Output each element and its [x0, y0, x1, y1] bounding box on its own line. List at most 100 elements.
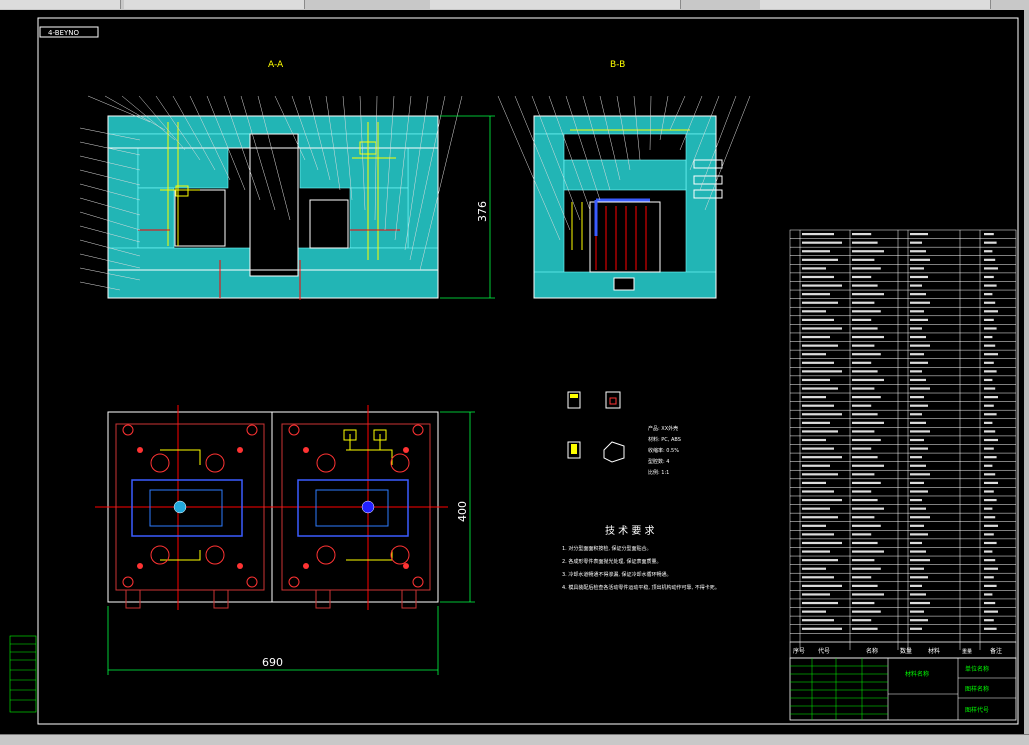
bom-cell-glyphs	[984, 250, 993, 253]
bom-cell-glyphs	[852, 241, 878, 244]
bom-cell-glyphs	[852, 267, 881, 270]
bom-cell-glyphs	[910, 413, 922, 416]
bom-cell-glyphs	[910, 593, 926, 596]
bom-cell-glyphs	[802, 258, 838, 261]
bom-header-seq: 序号	[793, 647, 805, 655]
product-info-line: 收缩率: 0.5%	[648, 447, 679, 454]
bom-cell-glyphs	[984, 293, 993, 296]
bom-cell-glyphs	[852, 584, 878, 587]
bom-cell-glyphs	[802, 318, 834, 321]
bom-table-entries	[802, 233, 998, 630]
product-info: 产品: XX外壳 材料: PC, ABS 收缩率: 0.5% 型腔数: 4 比例…	[648, 425, 681, 476]
bom-cell-glyphs	[852, 481, 881, 485]
bom-cell-glyphs	[910, 438, 924, 442]
bom-cell-glyphs	[802, 473, 838, 476]
bom-cell-glyphs	[910, 318, 928, 321]
bom-cell-glyphs	[802, 559, 838, 562]
bom-cell-glyphs	[910, 567, 924, 570]
bom-cell-glyphs	[852, 524, 881, 527]
bom-cell-glyphs	[984, 241, 997, 244]
bom-cell-glyphs	[802, 610, 826, 613]
bom-cell-glyphs	[802, 601, 838, 605]
bom-cell-glyphs	[984, 387, 996, 390]
bom-cell-glyphs	[852, 318, 872, 321]
bom-cell-glyphs	[984, 233, 994, 236]
title-block: 材料名称 单位名称 图样名称 图样代号	[789, 657, 1017, 721]
drawing-tab[interactable]	[760, 0, 991, 9]
bom-cell-glyphs	[852, 619, 872, 622]
bom-cell-glyphs	[802, 567, 826, 570]
bom-cell-glyphs	[984, 456, 997, 459]
bom-cell-glyphs	[984, 396, 998, 399]
bom-header-note: 备注	[990, 647, 1002, 655]
bom-cell-glyphs	[852, 516, 875, 519]
bom-cell-glyphs	[984, 567, 998, 570]
bom-cell-glyphs	[852, 550, 884, 553]
bom-cell-glyphs	[910, 533, 928, 536]
bom-cell-glyphs	[852, 335, 884, 339]
bom-cell-glyphs	[852, 610, 881, 613]
bom-cell-glyphs	[802, 456, 842, 459]
bom-cell-glyphs	[984, 490, 994, 493]
bom-cell-glyphs	[984, 601, 996, 605]
drawing-tab[interactable]	[0, 0, 121, 9]
bom-cell-glyphs	[852, 473, 875, 476]
revision-block	[9, 635, 37, 713]
dim-plan-height-label: 400	[456, 501, 469, 522]
bom-cell-glyphs	[852, 490, 872, 493]
bom-cell-glyphs	[802, 327, 842, 330]
bom-cell-glyphs	[802, 353, 826, 356]
dim-plan-width-label: 690	[262, 656, 283, 669]
bom-cell-glyphs	[802, 335, 830, 339]
bom-cell-glyphs	[910, 284, 922, 287]
bom-cell-glyphs	[984, 524, 998, 527]
field-material-name: 材料名称	[905, 670, 929, 678]
bom-cell-glyphs	[910, 524, 924, 527]
cad-drawing-canvas[interactable]: 4-BEYNO A-A 376 B-B 400 690 产品: XX外壳 材料:…	[0, 10, 1024, 734]
drawing-tab[interactable]	[124, 0, 305, 9]
bom-cell-glyphs	[910, 258, 930, 261]
tech-req-item: 4. 模具装配后检查各活动零件运动平稳, 顶出机构动作可靠, 不得卡死。	[562, 584, 720, 591]
bom-cell-glyphs	[852, 396, 881, 399]
bom-cell-glyphs	[984, 584, 997, 587]
drawing-tab[interactable]	[430, 0, 681, 9]
corner-label: 4-BEYNO	[48, 29, 79, 37]
bom-cell-glyphs	[910, 576, 928, 579]
bom-cell-glyphs	[852, 250, 884, 253]
bom-cell-glyphs	[802, 293, 830, 296]
bom-header-material: 材料	[928, 647, 940, 655]
status-bar	[0, 734, 1029, 745]
vertical-scrollbar[interactable]	[1024, 10, 1029, 734]
bom-cell-glyphs	[802, 541, 842, 545]
bom-cell-glyphs	[852, 507, 884, 510]
bom-cell-glyphs	[910, 267, 924, 270]
bom-cell-glyphs	[984, 344, 996, 347]
bom-cell-glyphs	[802, 464, 830, 467]
section-bb-view	[497, 95, 751, 299]
bom-cell-glyphs	[852, 344, 875, 347]
bom-cell-glyphs	[984, 627, 997, 630]
bom-cell-glyphs	[852, 447, 872, 450]
bom-cell-glyphs	[910, 310, 924, 313]
plan-left-cavity	[115, 423, 265, 609]
bom-cell-glyphs	[910, 541, 922, 545]
bom-cell-glyphs	[984, 267, 998, 270]
bom-cell-glyphs	[984, 353, 998, 356]
bom-header-name: 名称	[866, 647, 878, 655]
bom-cell-glyphs	[910, 250, 926, 253]
section-aa-label: A-A	[268, 60, 284, 70]
tech-req-item: 2. 各成形零件表面抛光处理, 保证表面质量。	[562, 558, 662, 565]
bom-cell-glyphs	[852, 456, 878, 459]
bom-header: 序号 代号 名称 数量 材料 重量 备注	[789, 641, 1017, 659]
product-info-line: 型腔数: 4	[648, 458, 669, 465]
bom-cell-glyphs	[984, 541, 997, 545]
bom-cell-glyphs	[984, 576, 994, 579]
bom-cell-glyphs	[984, 593, 993, 596]
bom-cell-glyphs	[802, 284, 842, 287]
bom-cell-glyphs	[984, 378, 993, 382]
bom-cell-glyphs	[984, 421, 993, 424]
bom-cell-glyphs	[852, 498, 878, 502]
bom-cell-glyphs	[910, 610, 924, 613]
bom-cell-glyphs	[984, 404, 994, 407]
bom-cell-glyphs	[910, 464, 926, 467]
